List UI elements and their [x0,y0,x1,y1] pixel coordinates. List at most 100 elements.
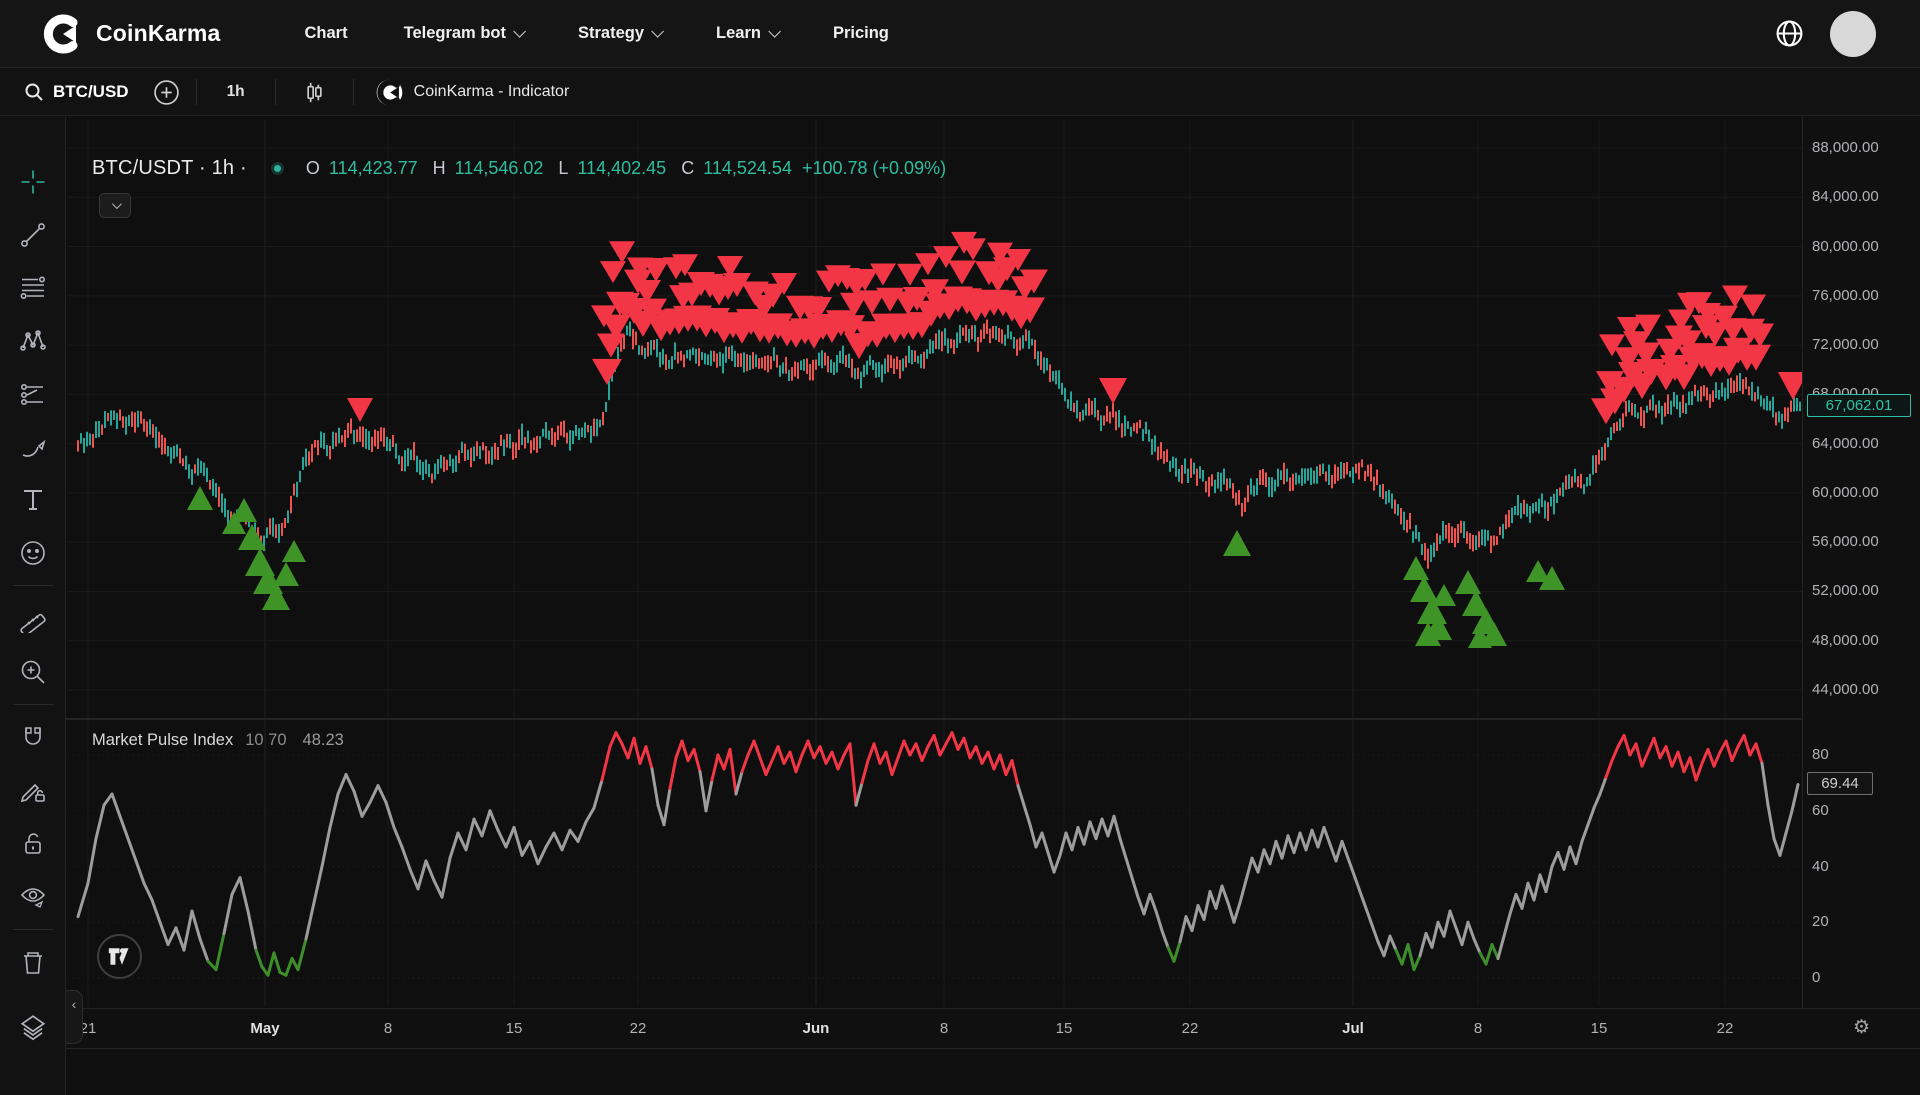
tradingview-glyph-icon [108,945,131,968]
high-value: 114,546.02 [455,158,544,179]
trend-line-tool[interactable] [0,208,66,261]
text-tool[interactable] [0,473,66,526]
rail-separator [13,929,53,930]
ruler-icon [19,605,47,633]
mpi-tick-label: 20 [1812,913,1829,930]
chevron-down-icon [111,199,121,209]
object-tree-tool[interactable] [0,1001,66,1054]
trash-icon [19,949,47,977]
brand[interactable]: CoinKarma [42,14,221,54]
projection-tool[interactable] [0,367,66,420]
grid [68,120,1802,1006]
time-tick-label: 15 [1591,1020,1608,1037]
time-tick-label: 15 [1056,1020,1073,1037]
emoji-icon [19,539,47,567]
chevron-down-icon [651,25,664,38]
crosshair-icon [19,168,47,196]
tradingview-logo[interactable] [97,934,142,979]
chevron-down-icon [513,25,526,38]
axis-settings-gear-icon[interactable]: ⚙ [1853,1016,1870,1039]
app-root: CoinKarma Chart Telegram bot Strategy Le… [0,0,1920,1095]
hide-drawings-tool[interactable] [0,870,66,923]
symbol-search-button[interactable]: BTC/USD [14,82,139,102]
candles-icon [302,80,327,105]
indicator-label: CoinKarma - Indicator [414,83,570,101]
price-tick-label: 80,000.00 [1812,238,1879,255]
price-tick-label: 84,000.00 [1812,188,1879,205]
time-axis[interactable]: ⚙ 21May81522Jun81522Jul81522 [66,1008,1920,1049]
globe-icon[interactable] [1775,19,1804,48]
mpi-legend[interactable]: Market Pulse Index 10 70 48.23 [92,731,344,750]
zoom-in-icon [19,658,47,686]
compare-plus-icon [153,79,180,106]
indicator-status-dot[interactable] [271,162,284,175]
ohlc-values: O114,423.77 H114,546.02 L114,402.45 C114… [306,158,792,179]
time-tick-label: 22 [1717,1020,1734,1037]
time-tick-label: 22 [1182,1020,1199,1037]
crosshair-tool[interactable] [0,155,66,208]
magnet-tool[interactable] [0,711,66,764]
mpi-tick-label: 0 [1812,969,1820,986]
price-tick-label: 56,000.00 [1812,533,1879,550]
collapse-rail-button[interactable]: ‹ [66,990,83,1044]
remove-drawings-tool[interactable] [0,936,66,989]
mpi-tick-label: 80 [1812,746,1829,763]
time-tick-label: 8 [384,1020,392,1037]
legend-dropdown-button[interactable] [99,193,131,218]
brush-icon [19,433,47,461]
nav-item-telegram-bot[interactable]: Telegram bot [404,24,522,43]
mpi-tick-label: 40 [1812,858,1829,875]
eye-icon [19,883,47,911]
chart-style-button[interactable] [292,80,337,105]
xabcd-pattern-tool[interactable] [0,314,66,367]
time-tick-label: 15 [506,1020,523,1037]
magnet-icon [19,724,47,752]
brand-name: CoinKarma [96,20,221,47]
low-value: 114,402.45 [577,158,666,179]
rail-separator [13,704,53,705]
top-navbar: CoinKarma Chart Telegram bot Strategy Le… [0,0,1920,68]
price-tick-label: 72,000.00 [1812,336,1879,353]
mpi-value-badge: 69.44 [1807,772,1873,795]
measure-tool[interactable] [0,592,66,645]
mpi-tick-label: 60 [1812,802,1829,819]
layers-icon [18,1013,48,1043]
nav-item-chart[interactable]: Chart [305,24,348,43]
main-legend[interactable]: BTC/USDT · 1h · O114,423.77 H114,546.02 … [92,157,946,180]
time-tick-label: 8 [1474,1020,1482,1037]
compare-add-button[interactable] [153,79,180,106]
lock-open-icon [19,830,47,858]
fib-retracement-tool[interactable] [0,261,66,314]
text-icon [19,486,47,514]
pencil-lock-icon [19,777,47,805]
indicator-button[interactable]: CoinKarma - Indicator [370,79,576,106]
drawing-edit-lock-tool[interactable] [0,764,66,817]
drawing-toolbar [0,117,66,1095]
emoji-tool[interactable] [0,526,66,579]
mpi-title: Market Pulse Index [92,731,233,750]
toolbar-separator [353,79,354,105]
time-tick-label: May [250,1020,279,1037]
toolbar-separator [275,79,276,105]
mpi-params: 10 70 [245,731,286,750]
brush-tool[interactable] [0,420,66,473]
nav-right [1775,11,1876,57]
nav-item-learn[interactable]: Learn [716,24,777,43]
legend-symbol: BTC/USDT · 1h · [92,157,247,180]
pane-divider[interactable] [66,718,1920,720]
low-label: L [558,158,568,179]
nav-item-pricing[interactable]: Pricing [833,24,889,43]
nav-item-strategy[interactable]: Strategy [578,24,660,43]
lock-all-tool[interactable] [0,817,66,870]
price-tick-label: 60,000.00 [1812,484,1879,501]
avatar[interactable] [1830,11,1876,57]
price-tick-label: 44,000.00 [1812,681,1879,698]
time-tick-label: Jul [1342,1020,1364,1037]
zoom-in-tool[interactable] [0,645,66,698]
price-tick-label: 64,000.00 [1812,435,1879,452]
price-axis[interactable]: 67,062.01 69.44 88,000.0084,000.0080,000… [1802,117,1920,1008]
price-tick-label: 76,000.00 [1812,287,1879,304]
buy-signal-markers [187,486,1565,648]
symbol-toolbar: BTC/USD 1h CoinKarma - Indicato [0,69,1920,116]
interval-button[interactable]: 1h [213,83,259,101]
